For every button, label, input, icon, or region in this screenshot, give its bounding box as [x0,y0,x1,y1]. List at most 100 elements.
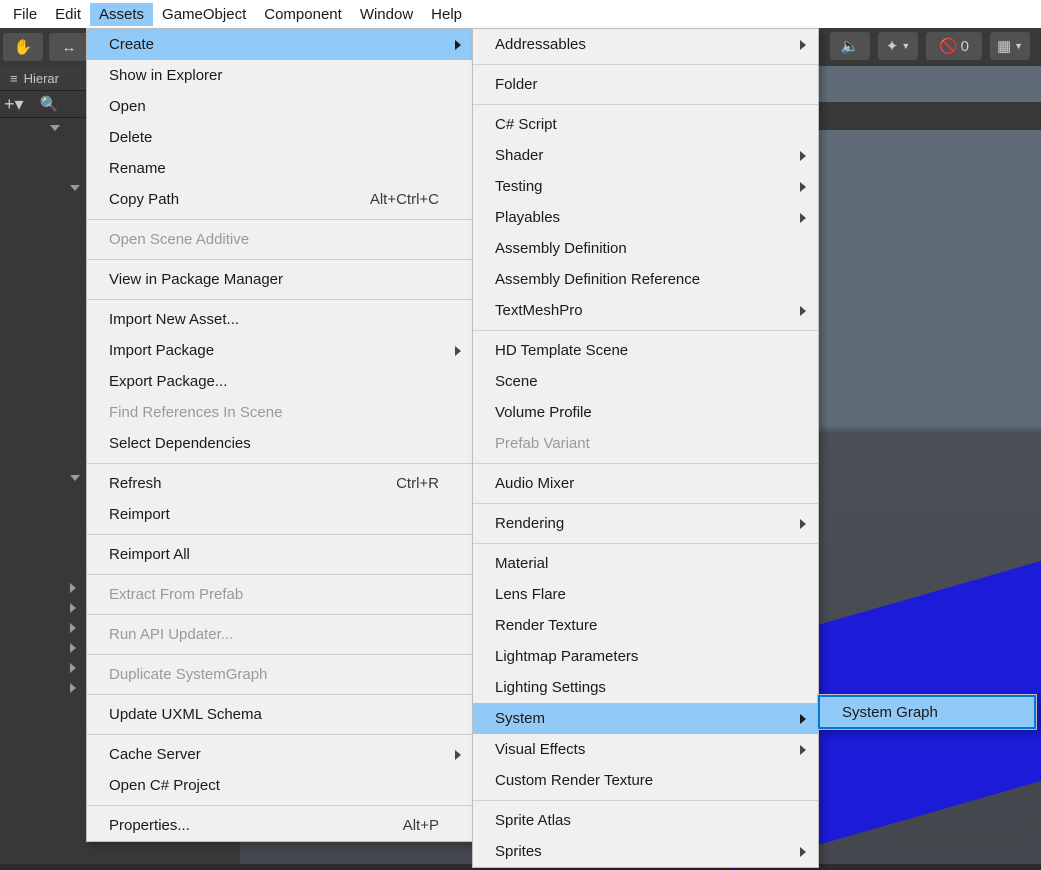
menu-item-label: Rendering [495,515,564,532]
fx-toggle[interactable]: ✦▼ [878,32,918,60]
create-menu-item[interactable]: Sprite Atlas [473,805,818,836]
assets-menu-item[interactable]: Rename [87,153,473,184]
speaker-icon: 🔈 [841,37,860,55]
menu-item-label: System Graph [842,704,938,721]
system-menu-item[interactable]: System Graph [818,695,1036,729]
chevron-right-icon [800,151,806,161]
assets-menu-item[interactable]: Delete [87,122,473,153]
menu-item-label: Render Texture [495,617,597,634]
eye-off-icon: 🚫 [939,37,958,55]
create-menu-item[interactable]: Visual Effects [473,734,818,765]
menu-item-label: Find References In Scene [109,404,282,421]
assets-menu-item[interactable]: Import Package [87,335,473,366]
separator [87,219,473,220]
menu-item-label: Folder [495,76,538,93]
scene-toolbar-right: 🔈 ✦▼ 🚫0 ▦▼ [827,32,1033,60]
menu-item-label: Assembly Definition [495,240,627,257]
move-tool-button[interactable]: ↔ [49,33,89,61]
create-menu-item[interactable]: Lightmap Parameters [473,641,818,672]
create-menu-item[interactable]: Material [473,548,818,579]
create-menu-item[interactable]: Addressables [473,29,818,60]
chevron-down-icon[interactable] [50,125,60,131]
assets-menu-item[interactable]: Open [87,91,473,122]
menu-item-label: Reimport All [109,546,190,563]
assets-menu-item[interactable]: Cache Server [87,739,473,770]
separator [87,299,473,300]
menu-item-label: Select Dependencies [109,435,251,452]
chevron-right-icon[interactable] [70,623,76,633]
chevron-right-icon [455,346,461,356]
search-icon[interactable]: 🔍 [40,95,59,113]
create-menu-item[interactable]: Playables [473,202,818,233]
chevron-right-icon [800,714,806,724]
separator [87,463,473,464]
create-menu-item[interactable]: TextMeshPro [473,295,818,326]
audio-toggle[interactable]: 🔈 [830,32,870,60]
visibility-toggle[interactable]: 🚫0 [926,32,982,60]
chevron-right-icon[interactable] [70,683,76,693]
grid-toggle[interactable]: ▦▼ [990,32,1030,60]
assets-menu-item[interactable]: Show in Explorer [87,60,473,91]
chevron-down-icon[interactable] [70,475,80,481]
hand-tool-button[interactable]: ✋ [3,33,43,61]
menu-item-label: HD Template Scene [495,342,628,359]
create-menu-item[interactable]: Render Texture [473,610,818,641]
assets-menu-item[interactable]: Properties...Alt+P [87,810,473,841]
create-menu-item[interactable]: Volume Profile [473,397,818,428]
menu-assets[interactable]: Assets [90,3,153,26]
separator [87,534,473,535]
menu-item-label: Properties... [109,817,190,834]
assets-menu-item[interactable]: Update UXML Schema [87,699,473,730]
create-menu-item[interactable]: Assembly Definition [473,233,818,264]
assets-menu-item[interactable]: RefreshCtrl+R [87,468,473,499]
chevron-right-icon[interactable] [70,663,76,673]
create-menu-item[interactable]: System [473,703,818,734]
create-menu-item[interactable]: C# Script [473,109,818,140]
assets-menu-item[interactable]: Export Package... [87,366,473,397]
assets-menu-item[interactable]: Open C# Project [87,770,473,801]
create-menu-item[interactable]: Custom Render Texture [473,765,818,796]
chevron-right-icon[interactable] [70,603,76,613]
fx-icon: ✦ [886,37,899,55]
create-menu-item[interactable]: Scene [473,366,818,397]
assets-menu-item[interactable]: Import New Asset... [87,304,473,335]
separator [473,503,818,504]
assets-menu-item[interactable]: Reimport [87,499,473,530]
create-menu-item[interactable]: Sprites [473,836,818,867]
create-menu-item[interactable]: Lighting Settings [473,672,818,703]
menu-help[interactable]: Help [422,3,471,26]
menu-shortcut: Ctrl+R [366,475,439,492]
chevron-right-icon[interactable] [70,643,76,653]
create-menu-item[interactable]: Testing [473,171,818,202]
menu-window[interactable]: Window [351,3,422,26]
menu-component[interactable]: Component [255,3,351,26]
menu-file[interactable]: File [4,3,46,26]
hierarchy-title: Hierar [24,71,59,86]
chevron-right-icon [800,306,806,316]
create-menu-item[interactable]: Folder [473,69,818,100]
menu-gameobject[interactable]: GameObject [153,3,255,26]
create-menu-item[interactable]: HD Template Scene [473,335,818,366]
menu-item-label: Delete [109,129,152,146]
assets-menu-item[interactable]: View in Package Manager [87,264,473,295]
create-menu-item[interactable]: Lens Flare [473,579,818,610]
menu-item-label: Reimport [109,506,170,523]
chevron-right-icon [800,40,806,50]
create-menu-item[interactable]: Assembly Definition Reference [473,264,818,295]
assets-menu-item[interactable]: Reimport All [87,539,473,570]
create-menu-item[interactable]: Audio Mixer [473,468,818,499]
menu-edit[interactable]: Edit [46,3,90,26]
assets-menu-item[interactable]: Create [87,29,473,60]
chevron-right-icon[interactable] [70,583,76,593]
add-button[interactable]: +▾ [4,94,24,115]
create-menu-item[interactable]: Rendering [473,508,818,539]
separator [87,614,473,615]
assets-menu-item[interactable]: Select Dependencies [87,428,473,459]
menu-item-label: Update UXML Schema [109,706,262,723]
chevron-down-icon[interactable] [70,185,80,191]
assets-menu-item: Extract From Prefab [87,579,473,610]
menu-bar: FileEditAssetsGameObjectComponentWindowH… [0,0,1041,28]
assets-menu-item[interactable]: Copy PathAlt+Ctrl+C [87,184,473,215]
menu-item-label: Cache Server [109,746,201,763]
create-menu-item[interactable]: Shader [473,140,818,171]
